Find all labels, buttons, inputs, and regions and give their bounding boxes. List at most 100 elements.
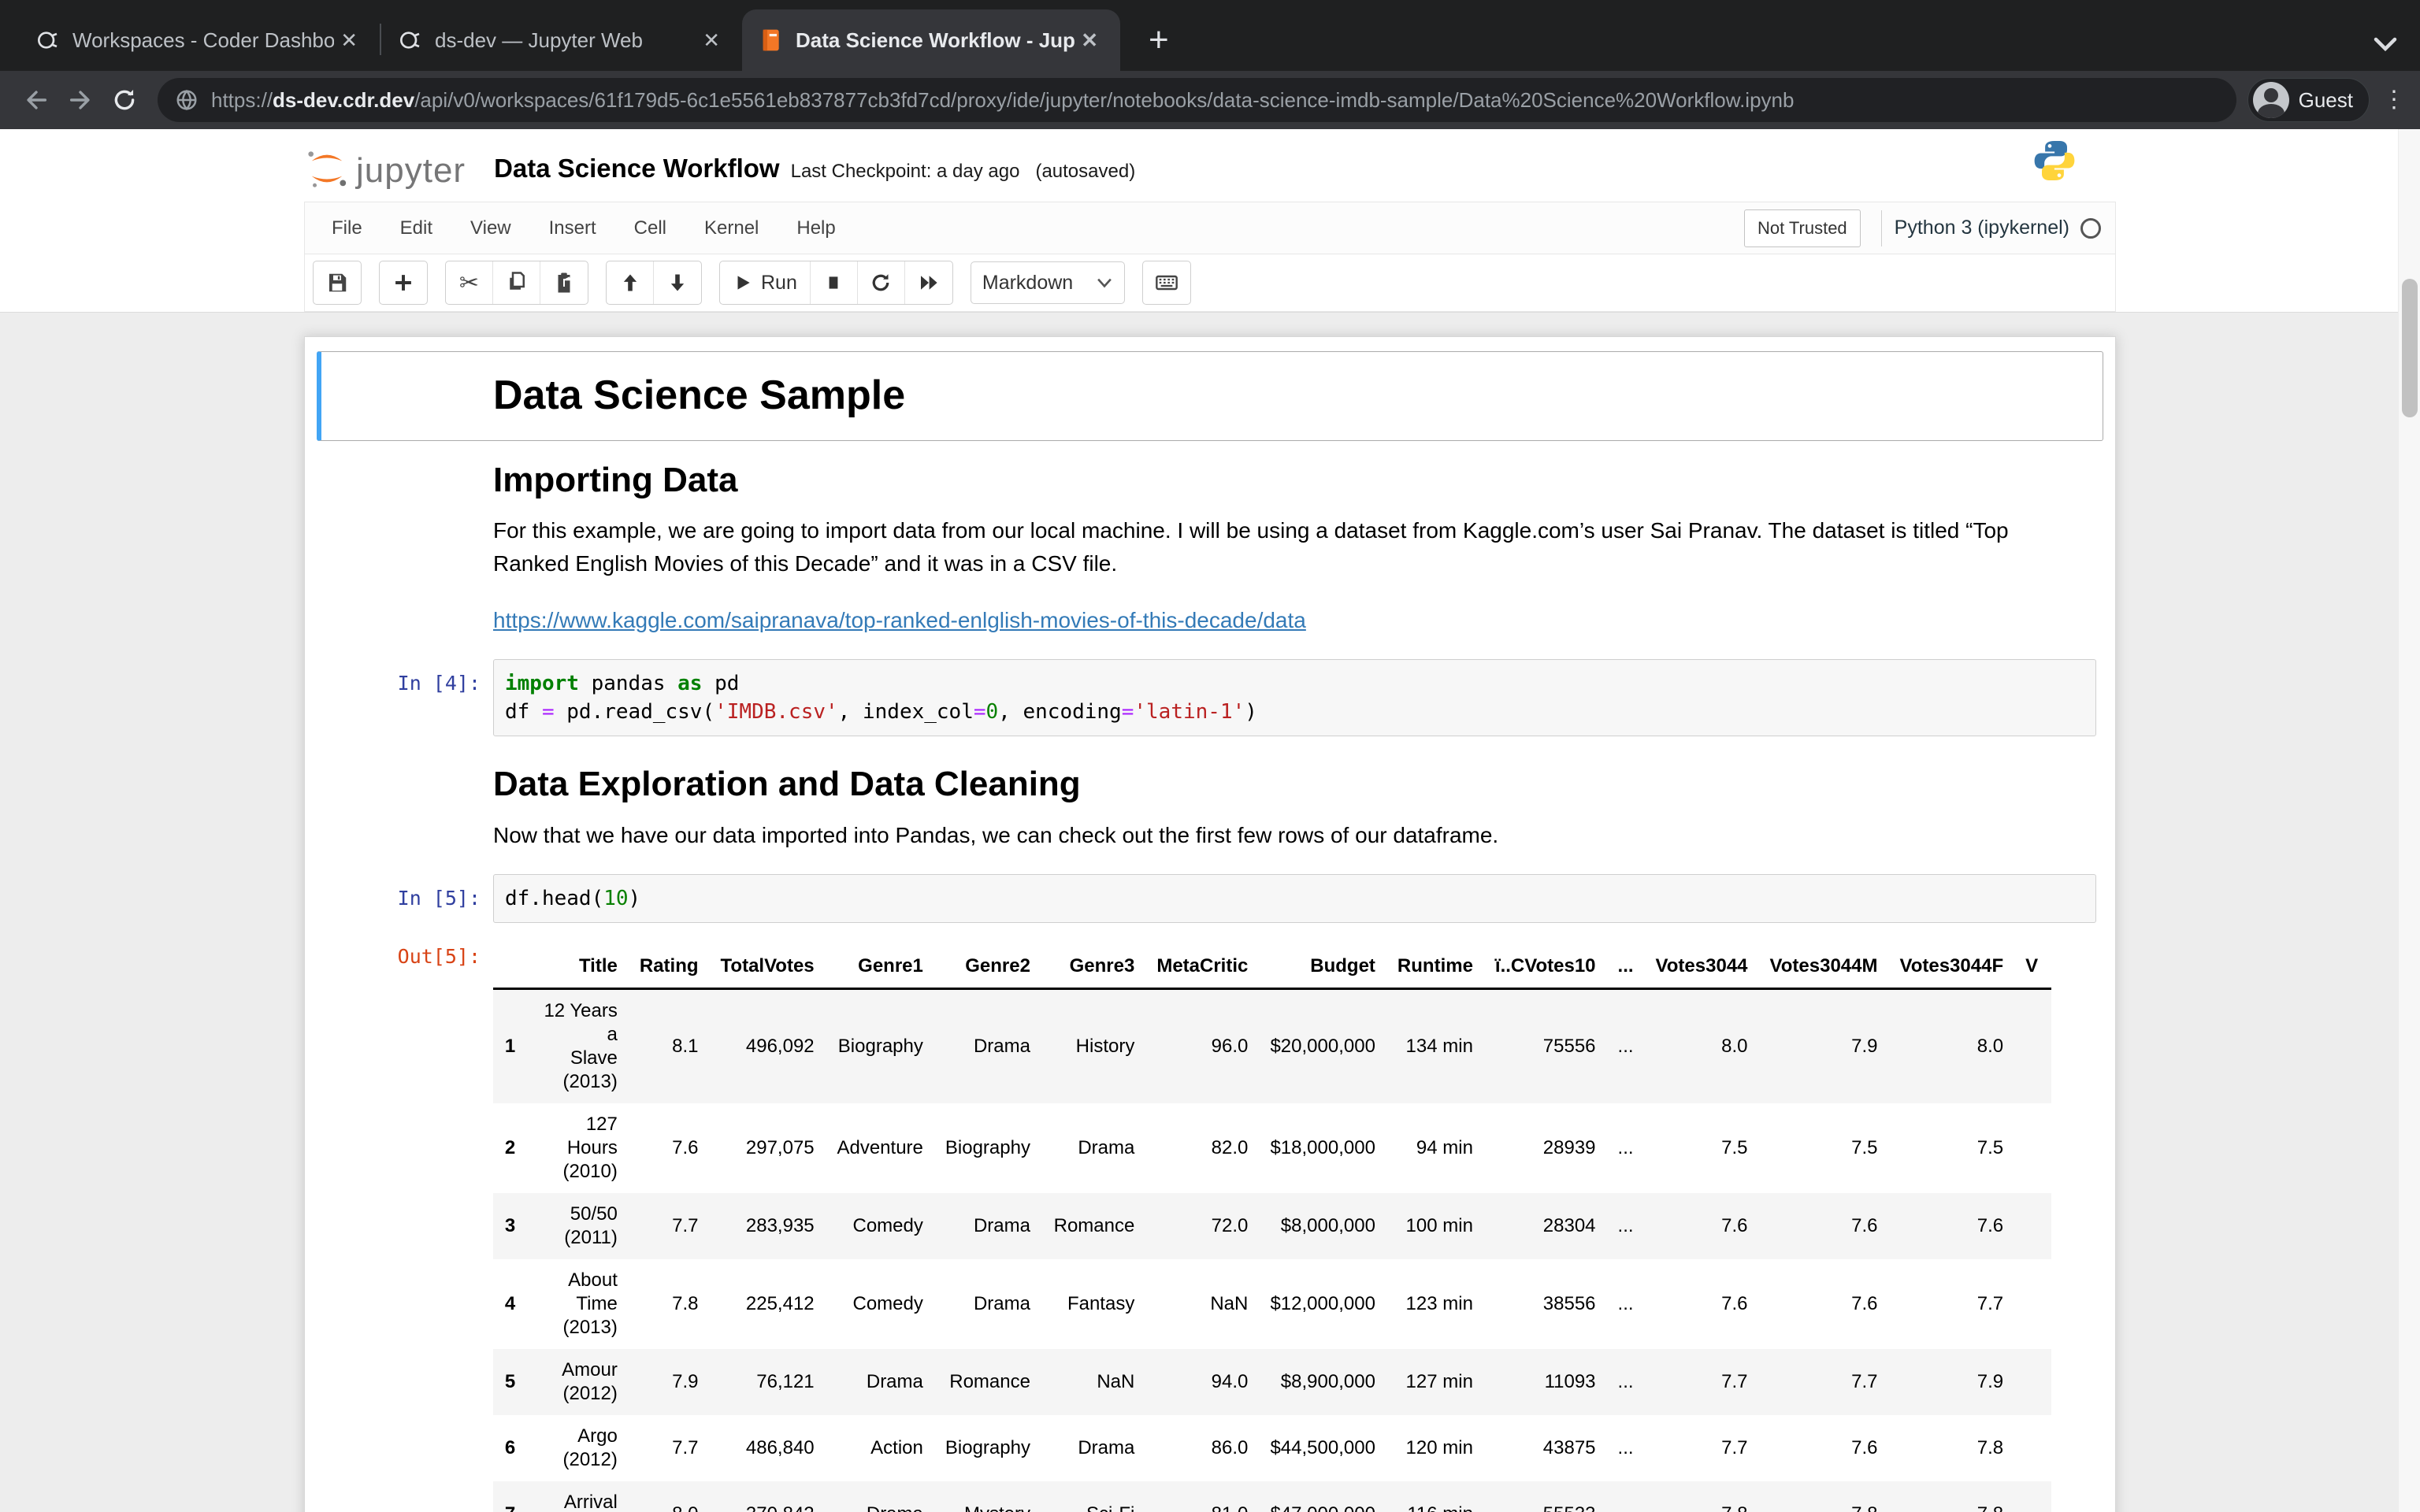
table-cell (2014, 1349, 2051, 1415)
code-input[interactable]: import pandas as pd df = pd.read_csv('IMD… (493, 659, 2096, 737)
table-cell: 225,412 (745, 1292, 815, 1314)
table-cell: 8.0 (1976, 1035, 2004, 1057)
table-cell: Sci-Fi (1041, 1481, 1145, 1512)
table-cell: $8,000,000 (1280, 1214, 1375, 1236)
profile-label: Guest (2298, 87, 2353, 112)
table-cell (2014, 1103, 2051, 1193)
new-tab-button[interactable]: + (1138, 20, 1180, 60)
table-cell: Romance (949, 1370, 1030, 1392)
jupyter-logo-icon (308, 151, 347, 187)
notebook-title[interactable]: Data Science Workflow (494, 154, 780, 183)
menu-file[interactable]: File (313, 217, 381, 239)
reload-button[interactable] (102, 78, 147, 122)
in-prompt: In [4]: (397, 672, 481, 695)
tab-search-chevron-icon[interactable] (2371, 35, 2400, 54)
browser-menu-icon[interactable]: ⋮ (2382, 88, 2406, 112)
table-cell: $18,000,000 (1270, 1136, 1375, 1158)
table-row: 6 Argo (2012) 7.7 486,840 Action Biography Dra… (493, 1415, 2051, 1481)
table-cell: ... (1617, 1035, 1634, 1057)
forward-button[interactable] (58, 78, 102, 122)
table-row: 1 12 Years a Slave (2013) 8.1 496,092 Biogra… (493, 988, 2051, 1103)
tab-title: Workspaces - Coder Dashboar (72, 28, 335, 52)
save-button[interactable] (314, 261, 361, 304)
add-cell-button[interactable] (380, 261, 427, 304)
cell-code-5[interactable]: In [5]: df.head(10) (317, 865, 2103, 932)
tab-close-icon[interactable]: ✕ (1075, 27, 1104, 54)
table-cell: 7.7 (672, 1436, 699, 1458)
table-cell: 8.0 (1721, 1035, 1748, 1057)
browser-toolbar: https://ds-dev.cdr.dev/api/v0/workspaces… (0, 71, 2420, 129)
copy-cell-button[interactable] (493, 261, 540, 304)
cell-markdown-importing[interactable]: Importing Data For this example, we are … (317, 441, 2103, 651)
menu-kernel[interactable]: Kernel (685, 217, 778, 239)
table-cell: 7.9 (1976, 1370, 2004, 1392)
table-cell: ... (1607, 1481, 1645, 1512)
menu-help[interactable]: Help (778, 217, 854, 239)
code-input[interactable]: df.head(10) (493, 873, 2096, 923)
restart-run-all-button[interactable] (905, 261, 952, 304)
table-cell: $47,000,000 (1259, 1481, 1386, 1512)
jupyter-notebook-icon (758, 28, 783, 53)
cut-cell-button[interactable]: ✂ (446, 261, 493, 304)
tab-close-icon[interactable]: ✕ (696, 27, 726, 54)
table-cell: Biography (945, 1436, 1030, 1458)
tab-jupyter-web[interactable]: ds-dev — Jupyter Web ✕ (381, 9, 742, 71)
out-prompt: Out[5]: (397, 944, 481, 968)
cell-output-5: Out[5]: Title Rating TotalVotes Genre1 Genre… (317, 932, 2103, 1512)
tab-data-science-workflow[interactable]: Data Science Workflow - Jupyt ✕ (742, 9, 1120, 71)
move-cell-up-button[interactable] (607, 261, 654, 304)
table-cell: Drama (973, 1035, 1030, 1057)
table-cell: 8.0 (629, 1481, 710, 1512)
not-trusted-button[interactable]: Not Trusted (1743, 209, 1861, 247)
kernel-name: Python 3 (ipykernel) (1894, 217, 2069, 239)
profile-button[interactable]: Guest (2247, 78, 2370, 122)
section-heading: Importing Data (493, 460, 738, 499)
cell-markdown-title[interactable]: Data Science Sample (317, 351, 2103, 441)
column-header: Votes3044F (1888, 944, 2015, 990)
paste-cell-button[interactable] (540, 261, 588, 304)
table-cell: Drama (866, 1370, 923, 1392)
page-scrollbar[interactable] (2398, 129, 2420, 1512)
table-cell: 7.7 (1976, 1292, 2004, 1314)
table-cell: 7.7 (1721, 1370, 1748, 1392)
scrollbar-thumb[interactable] (2402, 279, 2418, 417)
cell-type-select[interactable]: Markdown (970, 261, 1125, 304)
table-cell: 76,121 (756, 1370, 815, 1392)
table-cell: 7.6 (1721, 1214, 1748, 1236)
column-header: ... (1606, 944, 1645, 990)
table-cell: 43875 (1542, 1436, 1596, 1458)
row-index: 6 (504, 1436, 516, 1458)
jupyter-logo[interactable]: jupyter (304, 146, 466, 191)
menu-insert[interactable]: Insert (530, 217, 615, 239)
in-prompt: In [5]: (397, 886, 481, 910)
menu-cell[interactable]: Cell (615, 217, 685, 239)
kernel-idle-icon (2080, 217, 2101, 239)
back-button[interactable] (14, 78, 58, 122)
menu-edit[interactable]: Edit (381, 217, 451, 239)
command-palette-button[interactable] (1143, 261, 1190, 304)
column-header: Runtime (1386, 944, 1484, 990)
table-cell: Arrival (2016) (563, 1491, 618, 1512)
row-index: 5 (504, 1370, 516, 1392)
table-cell: 7.9 (672, 1370, 699, 1392)
interrupt-kernel-button[interactable] (811, 261, 858, 304)
kaggle-link[interactable]: https://www.kaggle.com/saipranava/top-ra… (493, 608, 1306, 632)
table-row: 5 Amour (2012) 7.9 76,121 Drama Romance NaN 94.… (493, 1348, 2051, 1415)
table-cell: 100 min (1405, 1214, 1473, 1236)
table-cell: Adventure (837, 1136, 923, 1158)
cell-code-4[interactable]: In [4]: import pandas as pd df = pd.read_… (317, 650, 2103, 745)
table-cell: 7.5 (1851, 1136, 1878, 1158)
table-cell: Romance (1053, 1214, 1135, 1236)
browser-tab-strip: Workspaces - Coder Dashboar ✕ ds-dev — J… (0, 0, 2420, 71)
menubar-divider (1880, 209, 1882, 246)
restart-kernel-button[interactable] (858, 261, 905, 304)
table-cell: 7.7 (1721, 1436, 1748, 1458)
table-cell: ... (1617, 1214, 1634, 1236)
url-bar[interactable]: https://ds-dev.cdr.dev/api/v0/workspaces… (158, 78, 2236, 122)
tab-close-icon[interactable]: ✕ (334, 27, 364, 54)
menu-view[interactable]: View (451, 217, 530, 239)
cell-markdown-exploration[interactable]: Data Exploration and Data Cleaning Now t… (317, 745, 2103, 865)
tab-coder-dashboard[interactable]: Workspaces - Coder Dashboar ✕ (19, 9, 380, 71)
move-cell-down-button[interactable] (654, 261, 701, 304)
run-button[interactable]: Run (720, 261, 811, 304)
